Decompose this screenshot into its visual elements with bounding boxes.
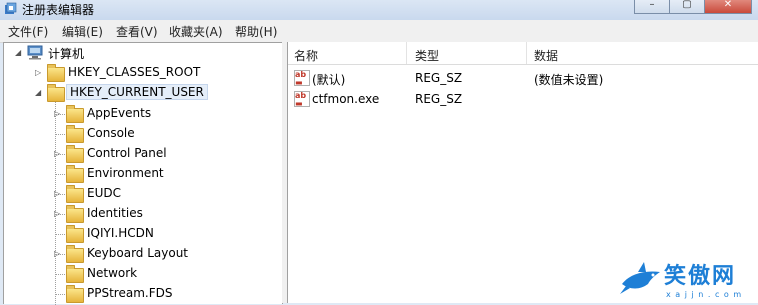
tree-label-computer: 计算机 bbox=[48, 47, 85, 61]
menu-bar: 文件(F) 编辑(E) 查看(V) 收藏夹(A) 帮助(H) bbox=[0, 20, 758, 43]
folder-icon bbox=[66, 245, 84, 263]
tree-label-subkey: AppEvents bbox=[87, 106, 152, 120]
window-controls: – ▢ ✕ bbox=[634, 0, 752, 14]
tree-label-subkey: EUDC bbox=[87, 186, 121, 200]
tree-item-subkey[interactable]: Console bbox=[4, 124, 282, 143]
tree-label-hkcu: HKEY_CURRENT_USER bbox=[66, 84, 208, 100]
value-row[interactable]: ab ▬ (默认) REG_SZ (数值未设置) bbox=[288, 68, 758, 88]
collapsed-arrow-icon[interactable]: ▷ bbox=[54, 189, 60, 198]
folder-icon bbox=[66, 205, 84, 223]
collapsed-arrow-icon[interactable]: ▷ bbox=[54, 109, 60, 118]
menu-view[interactable]: 查看(V) bbox=[116, 23, 158, 40]
window-title: 注册表编辑器 bbox=[22, 3, 95, 17]
tree-item-subkey[interactable]: ▷ Identities bbox=[4, 204, 282, 223]
menu-help[interactable]: 帮助(H) bbox=[235, 23, 277, 40]
tree-label-subkey: IQIYI.HCDN bbox=[87, 226, 154, 240]
computer-icon bbox=[27, 45, 43, 60]
collapsed-arrow-icon[interactable]: ▷ bbox=[54, 209, 60, 218]
tree-item-hkcu[interactable]: ◢ HKEY_CURRENT_USER bbox=[4, 83, 282, 102]
tree-item-computer[interactable]: ◢ 计算机 bbox=[4, 43, 282, 62]
string-value-icon: ab ▬ bbox=[294, 91, 310, 108]
tree-label-subkey: Control Panel bbox=[87, 146, 167, 160]
tree-item-subkey[interactable]: ▷ Control Panel bbox=[4, 144, 282, 163]
tree-label-hkcr: HKEY_CLASSES_ROOT bbox=[68, 65, 201, 79]
value-type: REG_SZ bbox=[415, 92, 463, 106]
maximize-icon: ▢ bbox=[682, 0, 692, 10]
column-divider[interactable] bbox=[526, 42, 527, 64]
folder-icon bbox=[66, 285, 84, 303]
column-header-data[interactable]: 数据 bbox=[534, 47, 558, 64]
watermark-url: x a j j n . c o m bbox=[666, 290, 743, 299]
folder-icon bbox=[47, 64, 65, 82]
shark-logo-icon bbox=[620, 262, 660, 294]
maximize-button[interactable]: ▢ bbox=[669, 0, 705, 14]
folder-icon bbox=[66, 185, 84, 203]
menu-favorites[interactable]: 收藏夹(A) bbox=[169, 23, 223, 40]
folder-open-icon bbox=[47, 84, 65, 102]
tree-item-subkey[interactable]: ▷ EUDC bbox=[4, 184, 282, 203]
watermark: 笑傲网 x a j j n . c o m bbox=[620, 258, 758, 303]
tree-item-hkcr[interactable]: ▷ HKEY_CLASSES_ROOT bbox=[4, 63, 282, 82]
minimize-button[interactable]: – bbox=[634, 0, 670, 14]
column-header-name[interactable]: 名称 bbox=[294, 47, 318, 64]
values-header: 名称 类型 数据 bbox=[288, 42, 758, 65]
menu-file[interactable]: 文件(F) bbox=[8, 23, 48, 40]
tree-label-subkey: Network bbox=[87, 266, 138, 280]
tree-item-subkey[interactable]: ▷ AppEvents bbox=[4, 104, 282, 123]
tree-item-subkey[interactable]: ▷ Keyboard Layout bbox=[4, 244, 282, 263]
folder-icon bbox=[66, 145, 84, 163]
key-tree-pane[interactable]: ◢ 计算机 ▷ HKEY_CLASSES_ROOT ◢ HKEY_CURRENT… bbox=[3, 42, 283, 305]
tree-label-subkey: PPStream.FDS bbox=[87, 286, 173, 300]
value-row[interactable]: ab ▬ ctfmon.exe REG_SZ bbox=[288, 89, 758, 109]
collapsed-arrow-icon[interactable]: ▷ bbox=[54, 249, 60, 258]
watermark-text: 笑傲网 bbox=[664, 264, 737, 289]
close-icon: ✕ bbox=[723, 0, 733, 10]
collapsed-arrow-icon[interactable]: ▷ bbox=[54, 149, 60, 158]
folder-icon bbox=[66, 165, 84, 183]
column-header-type[interactable]: 类型 bbox=[415, 47, 439, 64]
menu-edit[interactable]: 编辑(E) bbox=[62, 23, 103, 40]
value-type: REG_SZ bbox=[415, 71, 463, 85]
minimize-icon: – bbox=[649, 0, 655, 10]
value-name: (默认) bbox=[312, 73, 346, 87]
folder-icon bbox=[66, 225, 84, 243]
collapsed-arrow-icon[interactable]: ▷ bbox=[35, 68, 41, 77]
tree-item-subkey[interactable]: Environment bbox=[4, 164, 282, 183]
tree-label-subkey: Keyboard Layout bbox=[87, 246, 189, 260]
tree-label-subkey: Console bbox=[87, 126, 135, 140]
tree-item-subkey[interactable]: IQIYI.HCDN bbox=[4, 224, 282, 243]
expanded-arrow-icon[interactable]: ◢ bbox=[35, 88, 41, 97]
column-divider[interactable] bbox=[406, 42, 407, 64]
value-data: (数值未设置) bbox=[534, 73, 604, 87]
regedit-app-icon bbox=[5, 2, 17, 14]
tree-label-subkey: Environment bbox=[87, 166, 164, 180]
folder-icon bbox=[66, 125, 84, 143]
expanded-arrow-icon[interactable]: ◢ bbox=[15, 48, 21, 57]
tree-item-subkey[interactable]: Network bbox=[4, 264, 282, 283]
title-bar: 注册表编辑器 – ▢ ✕ bbox=[0, 0, 758, 20]
value-name: ctfmon.exe bbox=[312, 92, 380, 106]
folder-icon bbox=[66, 105, 84, 123]
close-button[interactable]: ✕ bbox=[704, 0, 752, 14]
string-value-icon: ab ▬ bbox=[294, 70, 310, 87]
folder-icon bbox=[66, 265, 84, 283]
tree-label-subkey: Identities bbox=[87, 206, 143, 220]
tree-item-subkey[interactable]: PPStream.FDS bbox=[4, 284, 282, 303]
